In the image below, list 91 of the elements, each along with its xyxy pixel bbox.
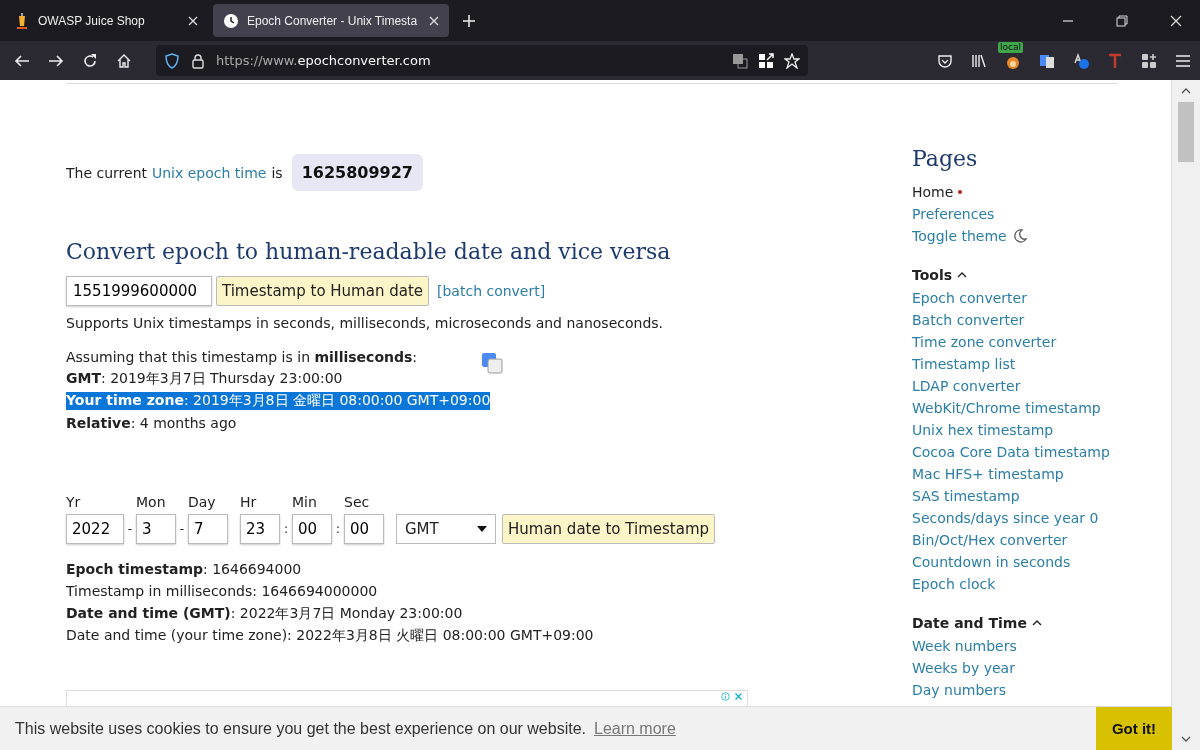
caret-icon[interactable]	[957, 272, 968, 278]
sidebar-link[interactable]: WebKit/Chrome timestamp	[912, 400, 1101, 416]
result-line: GMT: 2019年3月7日 Thursday 23:00:00	[66, 370, 343, 388]
field-label: Day	[188, 494, 217, 512]
sidebar-link[interactable]: Timestamp list	[912, 356, 1016, 372]
sidebar-link[interactable]: SAS timestamp	[912, 488, 1020, 504]
date-field[interactable]: 7	[188, 514, 228, 544]
sidebar-link[interactable]: Day numbers	[912, 682, 1007, 698]
timezone-select[interactable]: GMT	[396, 514, 496, 544]
field-label: Hr	[240, 494, 258, 512]
scrollbar[interactable]	[1171, 80, 1200, 750]
juice-cup-icon	[14, 12, 30, 29]
sidebar-link[interactable]: Bin/Oct/Hex converter	[912, 532, 1068, 548]
extension-badge: local	[998, 41, 1023, 53]
scrollbar-thumb[interactable]	[1178, 102, 1194, 162]
sidebar-link[interactable]: Toggle theme	[912, 228, 1007, 244]
cookie-message: This website uses cookies to ensure you get the best experience on our website.	[15, 719, 586, 738]
star-icon[interactable]	[784, 52, 800, 69]
timestamp-input[interactable]: 1551999600000	[66, 276, 212, 306]
got-it-button[interactable]: Got it!	[1096, 706, 1172, 750]
unix-epoch-time-link[interactable]: Unix epoch time	[152, 164, 267, 181]
library-icon[interactable]	[971, 52, 987, 69]
field-label: Min	[292, 494, 318, 512]
date-field[interactable]: 3	[136, 514, 176, 544]
current-time-label: The current	[66, 164, 147, 181]
moon-icon[interactable]	[1012, 229, 1027, 243]
sidebar-link[interactable]: Preferences	[912, 206, 995, 222]
scroll-up-icon[interactable]	[1181, 88, 1191, 94]
convert-button[interactable]: Human date to Timestamp	[502, 514, 715, 544]
lock-icon	[190, 52, 206, 69]
output-line: Epoch timestamp: 1646694000	[66, 560, 303, 579]
output-line: Date and time (your time zone): 2022年3月8日 火曜日 08:00:00 GMT+09:00	[66, 626, 595, 645]
sidebar-link[interactable]: Mac HFS+ timestamp	[912, 466, 1064, 482]
forward-icon[interactable]	[48, 52, 64, 69]
output-line: Date and time (GMT): 2022年3月7日 Monday 23:00:00	[66, 604, 464, 623]
browser-tab[interactable]: Epoch Converter - Unix Timesta	[213, 4, 449, 37]
separator: :	[282, 522, 289, 536]
pocket-icon[interactable]	[937, 52, 953, 69]
sidebar-link[interactable]: Week numbers	[912, 638, 1017, 654]
grid-icon[interactable]	[758, 52, 774, 69]
shield-icon	[164, 52, 180, 69]
result-line: Relative: 4 months ago	[66, 415, 237, 431]
date-field[interactable]: 23	[240, 514, 280, 544]
new-tab-icon[interactable]	[462, 13, 476, 28]
separator: :	[334, 522, 341, 536]
section-title: Date and Time	[912, 615, 1027, 631]
sidebar-link[interactable]: Home	[912, 184, 954, 200]
address-bar[interactable]: https://www.epochconverter.com	[156, 45, 808, 76]
field-label: Sec	[344, 494, 371, 512]
sidebar-link[interactable]: Cocoa Core Data timestamp	[912, 444, 1110, 460]
field-label: Yr	[66, 494, 82, 512]
field-label: Mon	[136, 494, 167, 512]
dot-icon	[958, 190, 963, 194]
batch-convert-link[interactable]: [batch convert]	[437, 283, 546, 299]
sidebar-link[interactable]: Epoch clock	[912, 576, 996, 592]
date-field[interactable]: 2022	[66, 514, 124, 544]
sidebar-link[interactable]: LDAP converter	[912, 378, 1021, 394]
sidebar-link[interactable]: Seconds/days since year 0	[912, 510, 1099, 526]
t-letter-icon[interactable]	[1107, 52, 1123, 69]
learn-more-link[interactable]: Learn more	[594, 719, 676, 738]
convert-button[interactable]: Timestamp to Human date	[216, 276, 429, 306]
caret-icon[interactable]	[1031, 620, 1042, 626]
sidebar-link[interactable]: Time zone converter	[912, 334, 1057, 350]
supports-note: Supports Unix timestamps in seconds, milliseconds, microseconds and nanoseconds.	[66, 315, 665, 331]
current-time-label: is	[271, 164, 283, 181]
output-line: Timestamp in milliseconds: 1646694000000	[66, 582, 379, 601]
url-text: https://www.epochconverter.com	[216, 53, 431, 68]
sidebar-link[interactable]: Countdown in seconds	[912, 554, 1071, 570]
clock-icon	[223, 12, 239, 29]
back-icon[interactable]	[14, 52, 30, 69]
sidebar-link[interactable]: Unix hex timestamp	[912, 422, 1054, 438]
reload-icon[interactable]	[82, 52, 98, 69]
section-heading: Convert epoch to human-readable date and vice versa	[66, 239, 672, 264]
separator: -	[126, 522, 134, 536]
date-field[interactable]: 00	[292, 514, 332, 544]
caret-icon	[477, 526, 487, 532]
sidebar-title: Pages	[912, 146, 979, 171]
date-field[interactable]: 00	[344, 514, 384, 544]
result-line: Assuming that this timestamp is in milliseconds:	[66, 349, 418, 365]
browser-tab[interactable]: OWASP Juice Shop	[4, 4, 208, 37]
home-icon[interactable]	[116, 52, 132, 69]
menu-icon[interactable]	[1175, 52, 1191, 69]
sidebar-link[interactable]: Epoch converter	[912, 290, 1027, 306]
add-extension-icon[interactable]	[1141, 52, 1157, 69]
current-epoch-value: 1625809927	[291, 154, 423, 191]
scroll-down-icon[interactable]	[1181, 736, 1191, 742]
section-title: Tools	[912, 267, 953, 283]
separator: -	[178, 522, 186, 536]
sidebar-link[interactable]: Batch converter	[912, 312, 1025, 328]
restore-icon[interactable]	[1116, 14, 1128, 27]
sidebar-link[interactable]: Weeks by year	[912, 660, 1015, 676]
